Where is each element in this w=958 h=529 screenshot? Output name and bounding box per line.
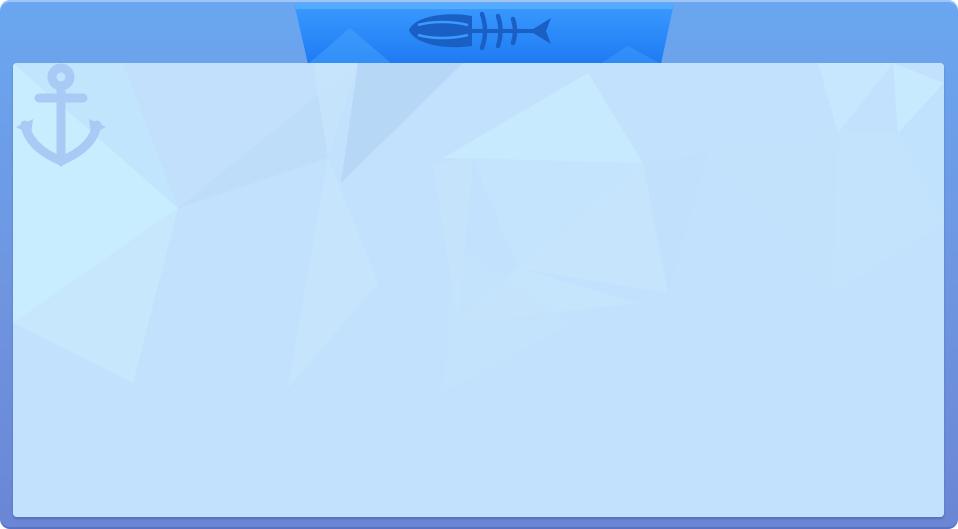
content-panel <box>13 63 944 517</box>
panel-background-pattern <box>13 63 944 517</box>
header-tab <box>294 3 674 64</box>
anchor-icon <box>16 63 106 167</box>
dialog-frame <box>0 0 958 529</box>
